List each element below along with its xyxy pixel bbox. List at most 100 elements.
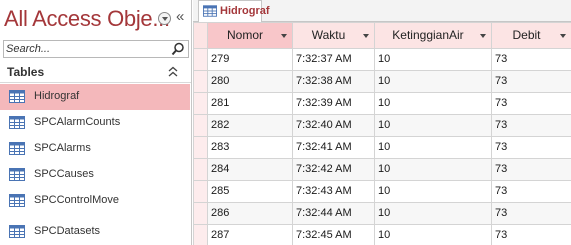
dropdown-arrow-icon[interactable]: [281, 34, 287, 38]
cell-nomor[interactable]: 279: [207, 48, 293, 71]
cell-nomor[interactable]: 283: [207, 136, 293, 159]
cell-ketinggianair[interactable]: 10: [374, 48, 492, 71]
cell-waktu[interactable]: 7:32:39 AM: [292, 92, 375, 115]
nav-item-label: SPCCauses: [34, 168, 94, 180]
cell-debit[interactable]: 73: [491, 48, 571, 71]
search-box: [3, 40, 189, 58]
table-row[interactable]: 285 7:32:43 AM 10 73: [193, 180, 571, 203]
table-icon: [9, 116, 25, 129]
nav-pane-menu-icon[interactable]: [158, 12, 171, 25]
cell-ketinggianair[interactable]: 10: [374, 136, 492, 159]
tab-hidrograf[interactable]: Hidrograf: [198, 0, 270, 23]
cell-waktu[interactable]: 7:32:43 AM: [292, 180, 375, 203]
cell-ketinggianair[interactable]: 10: [374, 114, 492, 137]
group-label: Tables: [7, 65, 45, 79]
document-area: Hidrograf Nomor Waktu KetinggianAir Debi…: [193, 0, 571, 245]
column-header-nomor[interactable]: Nomor: [207, 22, 293, 49]
nav-pane-header: All Access Obje... «: [0, 0, 191, 38]
cell-waktu[interactable]: 7:32:40 AM: [292, 114, 375, 137]
search-input[interactable]: [6, 42, 166, 56]
record-selector[interactable]: [193, 158, 208, 181]
cell-nomor[interactable]: 282: [207, 114, 293, 137]
nav-item-label: Hidrograf: [34, 90, 80, 102]
record-selector[interactable]: [193, 180, 208, 203]
column-header-label: Debit: [512, 28, 541, 42]
chevron-up-icon[interactable]: [168, 66, 178, 78]
cell-ketinggianair[interactable]: 10: [374, 180, 492, 203]
dropdown-arrow-icon[interactable]: [560, 34, 566, 38]
group-header-tables[interactable]: Tables: [0, 61, 191, 83]
nav-item-hidrograf[interactable]: Hidrograf: [0, 84, 190, 110]
datasheet-grid: Nomor Waktu KetinggianAir Debit 279 7:32…: [193, 22, 571, 245]
nav-item-spcalarmcounts[interactable]: SPCAlarmCounts: [0, 110, 190, 136]
cell-debit[interactable]: 73: [491, 70, 571, 93]
cell-debit[interactable]: 73: [491, 224, 571, 245]
record-selector[interactable]: [193, 70, 208, 93]
cell-nomor[interactable]: 286: [207, 202, 293, 225]
column-header-ketinggianair[interactable]: KetinggianAir: [374, 22, 492, 49]
table-row[interactable]: 279 7:32:37 AM 10 73: [193, 48, 571, 71]
cell-ketinggianair[interactable]: 10: [374, 202, 492, 225]
cell-debit[interactable]: 73: [491, 92, 571, 115]
table-icon: [9, 225, 25, 238]
table-row[interactable]: 282 7:32:40 AM 10 73: [193, 114, 571, 137]
nav-item-label: SPCAlarms: [34, 142, 91, 154]
column-header-debit[interactable]: Debit: [491, 22, 571, 49]
column-header-label: Waktu: [311, 28, 346, 42]
table-icon: [203, 5, 217, 17]
record-selector[interactable]: [193, 136, 208, 159]
table-icon: [9, 194, 25, 207]
table-row[interactable]: 284 7:32:42 AM 10 73: [193, 158, 571, 181]
cell-debit[interactable]: 73: [491, 136, 571, 159]
table-row[interactable]: 280 7:32:38 AM 10 73: [193, 70, 571, 93]
cell-ketinggianair[interactable]: 10: [374, 158, 492, 181]
table-icon: [9, 142, 25, 155]
cell-nomor[interactable]: 281: [207, 92, 293, 115]
dropdown-arrow-icon[interactable]: [480, 34, 486, 38]
navigation-pane: All Access Obje... « Tables Hidrograf: [0, 0, 192, 245]
cell-debit[interactable]: 73: [491, 114, 571, 137]
column-header-label: Nomor: [226, 28, 263, 42]
column-header-label: KetinggianAir: [392, 28, 464, 42]
record-selector[interactable]: [193, 224, 208, 245]
record-selector[interactable]: [193, 48, 208, 71]
table-row[interactable]: 281 7:32:39 AM 10 73: [193, 92, 571, 115]
record-selector[interactable]: [193, 92, 208, 115]
nav-item-label: SPCAlarmCounts: [34, 116, 121, 128]
nav-item-spccontrolmove[interactable]: SPCControlMove: [0, 188, 190, 214]
cell-ketinggianair[interactable]: 10: [374, 92, 492, 115]
table-row[interactable]: 287 7:32:45 AM 10 73: [193, 224, 571, 245]
search-icon[interactable]: [171, 42, 185, 56]
cell-nomor[interactable]: 287: [207, 224, 293, 245]
cell-waktu[interactable]: 7:32:41 AM: [292, 136, 375, 159]
cell-waktu[interactable]: 7:32:44 AM: [292, 202, 375, 225]
select-all-cell[interactable]: [193, 22, 208, 49]
record-selector[interactable]: [193, 202, 208, 225]
column-header-waktu[interactable]: Waktu: [292, 22, 375, 49]
dropdown-arrow-icon[interactable]: [363, 34, 369, 38]
cell-waktu[interactable]: 7:32:45 AM: [292, 224, 375, 245]
cell-debit[interactable]: 73: [491, 180, 571, 203]
nav-item-label: SPCControlMove: [34, 194, 119, 206]
cell-ketinggianair[interactable]: 10: [374, 70, 492, 93]
nav-item-spcdatasets[interactable]: SPCDatasets: [0, 219, 190, 245]
cell-waktu[interactable]: 7:32:42 AM: [292, 158, 375, 181]
cell-waktu[interactable]: 7:32:38 AM: [292, 70, 375, 93]
nav-pane-title[interactable]: All Access Obje...: [4, 6, 170, 32]
table-row[interactable]: 283 7:32:41 AM 10 73: [193, 136, 571, 159]
record-selector[interactable]: [193, 114, 208, 137]
header-row: Nomor Waktu KetinggianAir Debit: [193, 22, 571, 49]
tab-label: Hidrograf: [220, 5, 270, 17]
table-row[interactable]: 286 7:32:44 AM 10 73: [193, 202, 571, 225]
cell-nomor[interactable]: 285: [207, 180, 293, 203]
shutter-bar-collapse-icon[interactable]: «: [176, 9, 184, 25]
cell-debit[interactable]: 73: [491, 202, 571, 225]
cell-nomor[interactable]: 284: [207, 158, 293, 181]
cell-nomor[interactable]: 280: [207, 70, 293, 93]
cell-debit[interactable]: 73: [491, 158, 571, 181]
cell-waktu[interactable]: 7:32:37 AM: [292, 48, 375, 71]
cell-ketinggianair[interactable]: 10: [374, 224, 492, 245]
nav-item-spccauses[interactable]: SPCCauses: [0, 162, 190, 188]
nav-item-spcalarms[interactable]: SPCAlarms: [0, 136, 190, 162]
nav-item-label: SPCDatasets: [34, 225, 101, 237]
